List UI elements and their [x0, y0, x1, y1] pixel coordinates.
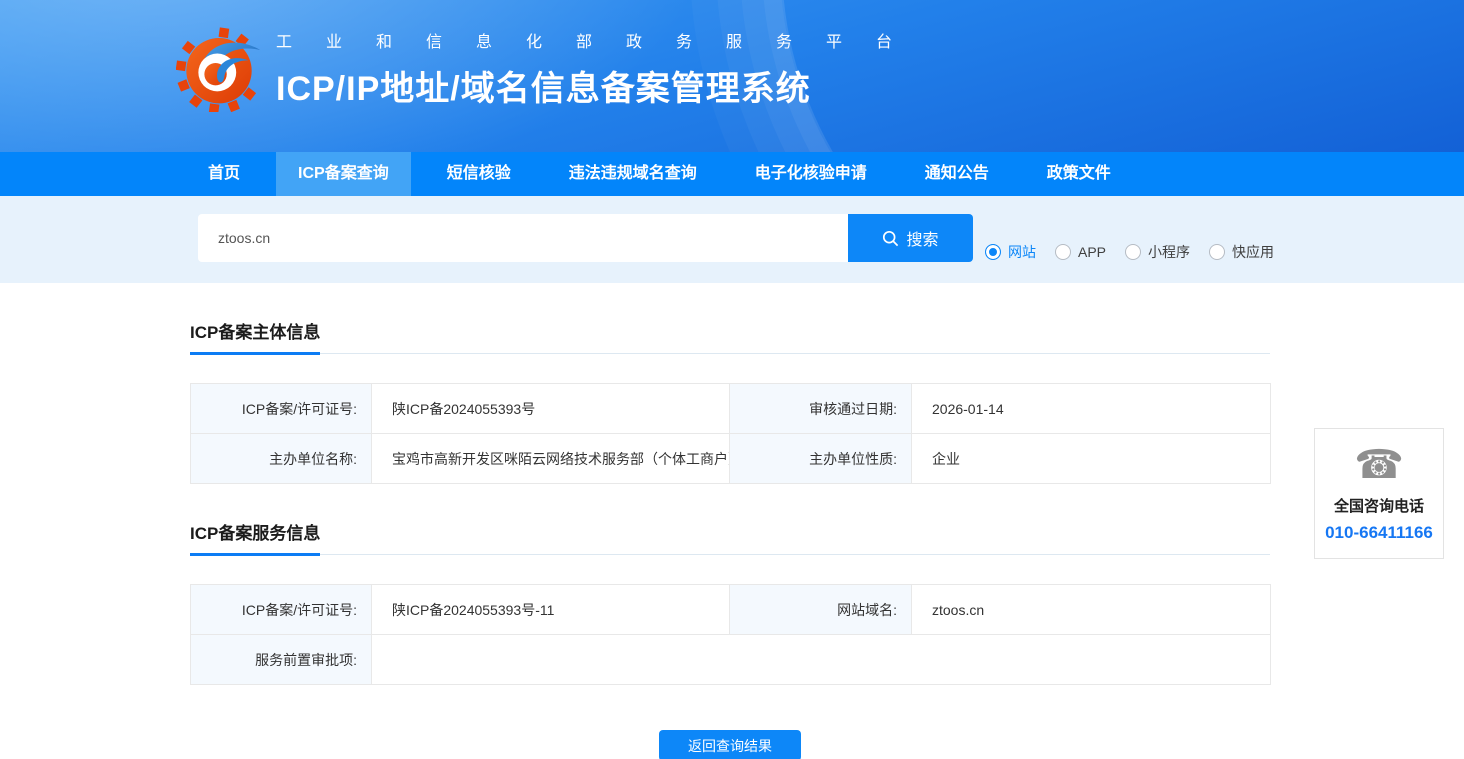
search-button-label: 搜索 — [906, 226, 938, 250]
search-type-options: 网站 APP 小程序 快应用 — [985, 242, 1293, 262]
cell-value: 2026-01-14 — [912, 384, 1271, 434]
nav-item-policies[interactable]: 政策文件 — [1025, 152, 1133, 196]
cell-value: 陕ICP备2024055393号 — [372, 384, 730, 434]
hotline-label: 全国咨询电话 — [1315, 495, 1443, 516]
radio-quickapp-label: 快应用 — [1232, 242, 1274, 262]
cell-label: 审核通过日期: — [730, 384, 912, 434]
nav-item-notices[interactable]: 通知公告 — [903, 152, 1011, 196]
hotline-card: ☎ 全国咨询电话 010-66411166 — [1314, 428, 1444, 559]
main-nav: 首页 ICP备案查询 短信核验 违法违规域名查询 电子化核验申请 通知公告 政策… — [0, 152, 1464, 196]
cell-label: 网站域名: — [730, 585, 912, 635]
service-info-table: ICP备案/许可证号: 陕ICP备2024055393号-11 网站域名: zt… — [190, 584, 1271, 685]
cell-label: ICP备案/许可证号: — [191, 585, 372, 635]
radio-app[interactable]: APP — [1055, 244, 1106, 260]
radio-dot-icon — [1055, 244, 1071, 260]
miit-gear-logo[interactable] — [176, 26, 262, 112]
header: 工业和信息化部政务服务平台 ICP/IP地址/域名信息备案管理系统 — [0, 0, 1464, 152]
radio-app-label: APP — [1078, 244, 1106, 260]
radio-miniprogram[interactable]: 小程序 — [1125, 242, 1190, 262]
cell-label: 主办单位性质: — [730, 434, 912, 484]
search-input[interactable] — [198, 214, 848, 262]
cell-label: 服务前置审批项: — [191, 635, 372, 685]
radio-miniprogram-label: 小程序 — [1148, 242, 1190, 262]
subject-section-head: ICP备案主体信息 — [190, 318, 1270, 354]
nav-item-home[interactable]: 首页 — [186, 152, 262, 196]
cell-value — [372, 635, 1271, 685]
nav-item-illegal-domain-query[interactable]: 违法违规域名查询 — [547, 152, 719, 196]
radio-dot-icon — [1125, 244, 1141, 260]
telephone-icon: ☎ — [1315, 443, 1443, 487]
search-button[interactable]: 搜索 — [848, 214, 973, 262]
service-section-title: ICP备案服务信息 — [190, 519, 320, 556]
radio-dot-icon — [1209, 244, 1225, 260]
table-row: ICP备案/许可证号: 陕ICP备2024055393号-11 网站域名: zt… — [191, 585, 1271, 635]
radio-website-label: 网站 — [1008, 242, 1036, 262]
radio-dot-icon — [985, 244, 1001, 260]
hotline-number: 010-66411166 — [1315, 523, 1443, 543]
system-title: ICP/IP地址/域名信息备案管理系统 — [276, 61, 926, 110]
radio-website[interactable]: 网站 — [985, 242, 1036, 262]
cell-value: 企业 — [912, 434, 1271, 484]
nav-item-icp-query[interactable]: ICP备案查询 — [276, 152, 411, 196]
cell-value: 陕ICP备2024055393号-11 — [372, 585, 730, 635]
cell-value: 宝鸡市高新开发区咪陌云网络技术服务部（个体工商户） — [372, 434, 730, 484]
radio-quickapp[interactable]: 快应用 — [1209, 242, 1274, 262]
main-content: ICP备案主体信息 ICP备案/许可证号: 陕ICP备2024055393号 审… — [190, 318, 1270, 759]
search-icon — [882, 230, 899, 247]
back-to-results-button[interactable]: 返回查询结果 — [659, 730, 801, 759]
table-row: 主办单位名称: 宝鸡市高新开发区咪陌云网络技术服务部（个体工商户） 主办单位性质… — [191, 434, 1271, 484]
search-band: 搜索 网站 APP 小程序 快应用 — [0, 196, 1464, 283]
cell-label: 主办单位名称: — [191, 434, 372, 484]
nav-item-e-verification[interactable]: 电子化核验申请 — [733, 152, 889, 196]
table-row: ICP备案/许可证号: 陕ICP备2024055393号 审核通过日期: 202… — [191, 384, 1271, 434]
subject-info-table: ICP备案/许可证号: 陕ICP备2024055393号 审核通过日期: 202… — [190, 383, 1271, 484]
table-row: 服务前置审批项: — [191, 635, 1271, 685]
cell-value: ztoos.cn — [912, 585, 1271, 635]
cell-label: ICP备案/许可证号: — [191, 384, 372, 434]
subject-section-title: ICP备案主体信息 — [190, 318, 320, 355]
service-section-head: ICP备案服务信息 — [190, 519, 1270, 555]
nav-item-sms-verify[interactable]: 短信核验 — [425, 152, 533, 196]
platform-subtitle: 工业和信息化部政务服务平台 — [276, 28, 926, 52]
